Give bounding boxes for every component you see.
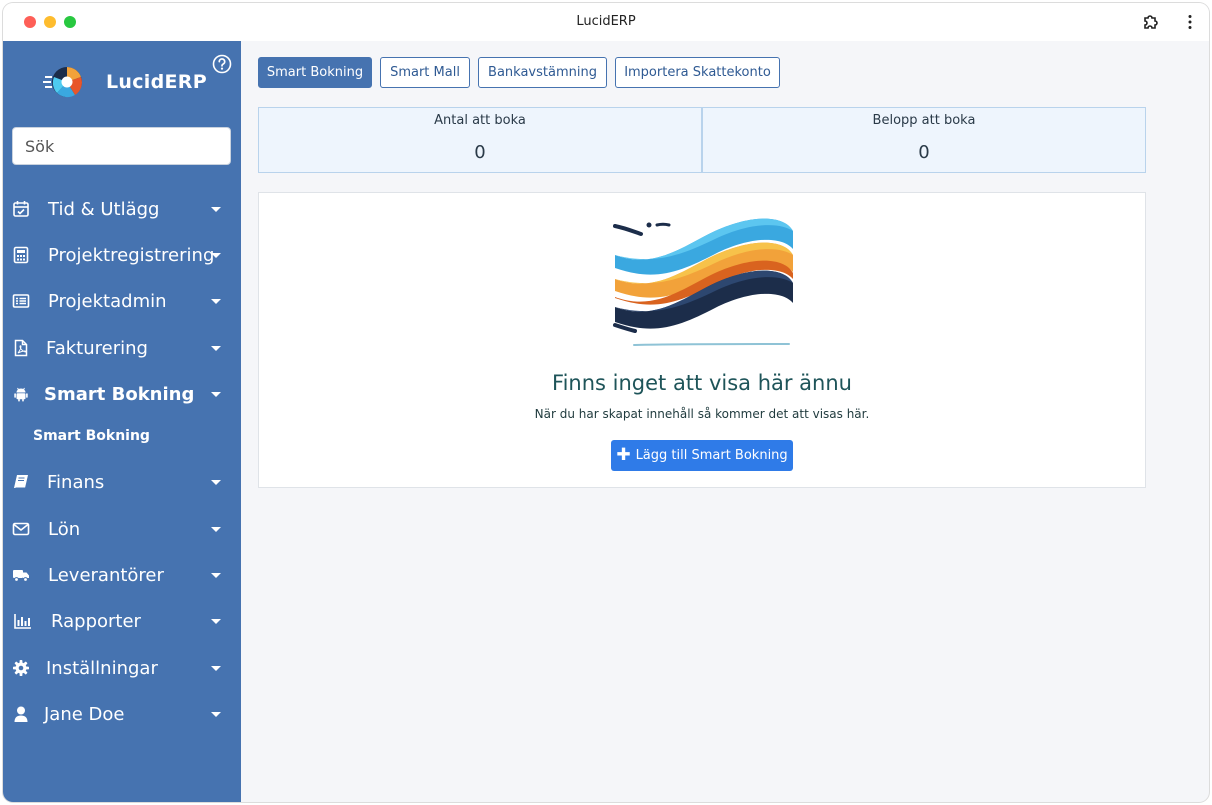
sidebar-item-label: Projektregistrering [48,244,215,266]
bar-chart-icon [14,614,31,629]
sidebar-item-lon[interactable]: Lön [3,510,241,548]
chevron-down-icon [211,479,221,485]
plus-icon: ✚ [616,445,631,465]
pdf-file-icon [14,339,28,357]
sidebar-item-label: Inställningar [46,657,158,679]
chevron-down-icon [211,711,221,717]
tab-smart-bokning[interactable]: Smart Bokning [258,57,372,88]
sidebar-item-label: Smart Bokning [44,383,195,405]
stat-label: Belopp att boka [872,113,976,128]
sidebar-item-label: Lön [48,518,81,540]
sidebar-item-label: Leverantörer [48,564,164,586]
sidebar-item-label: Fakturering [46,337,148,359]
waves-illustration-icon [613,218,793,346]
sidebar-subitem-smart-bokning[interactable]: Smart Bokning [33,428,150,444]
sidebar-item-tid-utlagg[interactable]: Tid & Utlägg [3,190,241,228]
search-input[interactable] [12,127,231,165]
sidebar-item-user[interactable]: Jane Doe [3,695,241,733]
user-icon [14,706,28,722]
chevron-down-icon [211,618,221,624]
book-icon [14,475,28,489]
add-smart-bokning-button[interactable]: ✚ Lägg till Smart Bokning [611,440,793,471]
stat-label: Antal att boka [434,113,526,128]
lucid-logo-icon [43,67,82,98]
sidebar-item-smart-bokning[interactable]: Smart Bokning [3,375,241,413]
tab-importera-skattekonto[interactable]: Importera Skattekonto [615,57,780,88]
list-icon [12,294,30,308]
add-button-label: Lägg till Smart Bokning [635,448,788,463]
chevron-down-icon [211,572,221,578]
android-icon [14,387,28,402]
sidebar-item-installningar[interactable]: Inställningar [3,649,241,687]
calculator-icon [13,246,29,264]
more-vertical-icon[interactable] [1180,12,1200,32]
empty-state-title: Finns inget att visa här ännu [552,371,852,395]
tab-bankavstamning[interactable]: Bankavstämning [478,57,607,88]
extension-puzzle-icon[interactable] [1141,12,1161,32]
chevron-down-icon [211,298,221,304]
window-title: LucidERP [576,14,636,29]
sidebar-item-leverantorer[interactable]: Leverantörer [3,556,241,594]
chevron-down-icon [211,206,221,212]
sidebar-item-label: Tid & Utlägg [48,198,160,220]
envelope-icon [12,522,30,536]
truck-icon [13,570,29,582]
chevron-down-icon [211,391,221,397]
gear-icon [13,660,29,676]
sidebar-item-label: Jane Doe [44,703,125,725]
logo-text: LucidERP [106,71,207,93]
tab-smart-mall[interactable]: Smart Mall [380,57,470,88]
sidebar-item-fakturering[interactable]: Fakturering [3,329,241,367]
sidebar-item-label: Finans [47,471,105,493]
stat-antal-att-boka: Antal att boka 0 [258,107,702,173]
chevron-down-icon [211,252,221,258]
sidebar-item-rapporter[interactable]: Rapporter [3,602,241,640]
sidebar-item-projektregistrering[interactable]: Projektregistrering [3,236,241,274]
app-window: LucidERP LucidERP Sök Tid & Utlägg Proje… [3,3,1209,802]
empty-state-panel: Finns inget att visa här ännu När du har… [258,192,1146,488]
calendar-check-icon [13,201,29,217]
sidebar: LucidERP Tid & Utlägg Projektregistrerin… [3,41,241,802]
help-icon[interactable] [212,54,232,74]
sidebar-item-finans[interactable]: Finans [3,463,241,501]
chevron-down-icon [211,345,221,351]
main-content: Smart Bokning Smart Mall Bankavstämning … [241,41,1209,802]
title-bar: LucidERP [3,3,1209,41]
chevron-down-icon [211,526,221,532]
stat-value: 0 [918,142,930,163]
sidebar-item-projektadmin[interactable]: Projektadmin [3,282,241,320]
empty-state-subtitle: När du har skapat innehåll så kommer det… [534,407,870,421]
stat-value: 0 [474,142,486,163]
sidebar-item-label: Projektadmin [48,290,167,312]
sidebar-item-label: Rapporter [51,610,141,632]
stat-belopp-att-boka: Belopp att boka 0 [702,107,1146,173]
chevron-down-icon [211,665,221,671]
